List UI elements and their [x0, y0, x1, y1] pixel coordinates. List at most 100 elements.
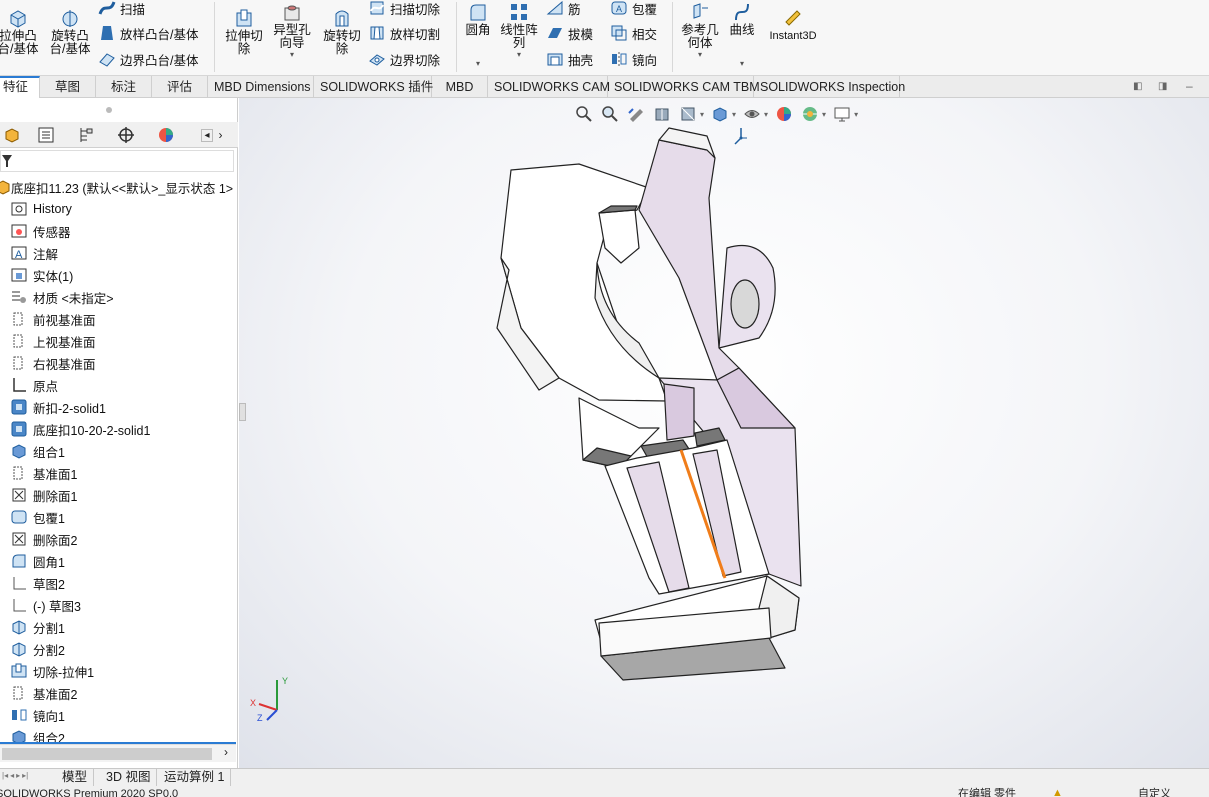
extruded-boss-button[interactable]: 拉伸凸 台/基体: [0, 8, 39, 56]
dimxpert-manager-tab[interactable]: [108, 124, 144, 146]
intersect-button[interactable]: 相交: [610, 22, 657, 44]
tab-sketch[interactable]: 草图: [40, 76, 96, 98]
sensor-icon: [11, 224, 27, 238]
tree-item[interactable]: History: [10, 198, 72, 220]
tree-item[interactable]: 草图2: [10, 572, 65, 594]
fillet-button[interactable]: 圆角 ▾: [460, 2, 496, 69]
scroll-left-icon[interactable]: ◂: [201, 128, 213, 142]
tree-item[interactable]: 分割2: [10, 638, 65, 660]
swept-cut-button[interactable]: 扫描切除: [368, 0, 440, 19]
tree-item[interactable]: 上视基准面: [10, 330, 96, 352]
filter-bar[interactable]: [0, 150, 234, 172]
tree-item[interactable]: 圆角1: [10, 550, 65, 572]
tree-item[interactable]: 底座扣10-20-2-solid1: [10, 418, 150, 440]
last-tab-icon[interactable]: ▸|: [22, 771, 28, 785]
tree-item[interactable]: 组合1: [10, 440, 65, 462]
tab-solidworks-inspection[interactable]: SOLIDWORKS Inspection: [754, 76, 905, 98]
panel-splitter-handle[interactable]: [106, 107, 112, 113]
tree-item[interactable]: 右视基准面: [10, 352, 96, 374]
tree-root-part[interactable]: 底座扣11.23 (默认<<默认>_显示状态 1>: [0, 176, 233, 198]
tree-item[interactable]: 切除-拉伸1: [10, 660, 94, 682]
curves-button[interactable]: 曲线 ▾: [726, 2, 758, 69]
part-model-render[interactable]: [239, 98, 1209, 768]
wrap-button[interactable]: A 包覆: [610, 0, 657, 19]
panel-active-indicator: [0, 742, 236, 744]
tree-item[interactable]: A 注解: [10, 242, 58, 264]
tree-item[interactable]: 包覆1: [10, 506, 65, 528]
tree-item[interactable]: 新扣-2-solid1: [10, 396, 106, 418]
revolved-cut-button[interactable]: 旋转切 除: [320, 8, 364, 56]
scroll-right-arrow-icon[interactable]: ›: [224, 745, 228, 759]
prev-tab-icon[interactable]: ◂: [10, 771, 14, 785]
mirror-button[interactable]: 镜向: [610, 48, 657, 70]
property-manager-tab[interactable]: [28, 124, 64, 146]
reference-geometry-button[interactable]: 参考几 何体 ▾: [678, 2, 722, 60]
pattern-dropdown-icon[interactable]: ▾: [517, 50, 521, 60]
tab-scroll-controls[interactable]: |◂ ◂ ▸ ▸|: [2, 771, 50, 785]
chevron-right-icon[interactable]: ›: [219, 128, 223, 142]
tree-item[interactable]: 删除面1: [10, 484, 77, 506]
tab-mbd[interactable]: MBD: [432, 76, 488, 98]
tile-right-icon[interactable]: ◨: [1158, 81, 1167, 92]
panel-scroll-arrows[interactable]: ◂ ›: [188, 124, 236, 146]
curves-dropdown-icon[interactable]: ▾: [740, 59, 744, 69]
tree-item[interactable]: 删除面2: [10, 528, 77, 550]
scrollbar-thumb[interactable]: [2, 748, 212, 760]
tab-solidworks-cam-tbm[interactable]: SOLIDWORKS CAM TBM: [608, 76, 760, 98]
units-custom-text[interactable]: 自定义: [1138, 787, 1171, 797]
tree-item[interactable]: 原点: [10, 374, 58, 396]
tab-mbd-dimensions[interactable]: MBD Dimensions: [208, 76, 314, 98]
boundary-cut-button[interactable]: 边界切除: [368, 48, 440, 70]
tab-evaluate[interactable]: 评估: [152, 76, 208, 98]
tree-horizontal-scrollbar[interactable]: ›: [0, 744, 236, 762]
edit-mode-text: 在编辑 零件: [958, 788, 1017, 797]
graphics-area[interactable]: ▾ ▾ ▾ ▾ ▾ Y X Z: [239, 98, 1209, 768]
draft-icon: [548, 28, 562, 38]
tree-item[interactable]: 镜向1: [10, 704, 65, 726]
display-manager-tab[interactable]: [148, 124, 184, 146]
tree-item[interactable]: 分割1: [10, 616, 65, 638]
next-tab-icon[interactable]: ▸: [16, 771, 20, 785]
tab-motion-study[interactable]: 运动算例 1: [158, 769, 232, 787]
tab-3d-views[interactable]: 3D 视图: [100, 769, 158, 787]
boundary-boss-button[interactable]: 边界凸台/基体: [98, 48, 198, 70]
tree-item[interactable]: 材质 <未指定>: [10, 286, 114, 308]
draft-button[interactable]: 拔模: [546, 22, 593, 44]
instant3d-button[interactable]: Instant3D: [766, 8, 820, 43]
swept-boss-button[interactable]: 扫描: [98, 0, 145, 19]
hole-wizard-dropdown-icon[interactable]: ▾: [290, 50, 294, 60]
tree-item[interactable]: 实体(1): [10, 264, 73, 286]
curves-icon: [735, 3, 749, 21]
cut-extrude-icon: [11, 663, 27, 678]
tab-model[interactable]: 模型: [56, 769, 95, 787]
sweep-cut-icon: [370, 1, 384, 15]
lofted-boss-button[interactable]: 放样凸台/基体: [98, 22, 198, 44]
tab-solidworks-addins[interactable]: SOLIDWORKS 插件: [314, 76, 433, 98]
revolved-boss-button[interactable]: 旋转凸 台/基体: [46, 8, 94, 56]
lofted-cut-button[interactable]: 放样切割: [368, 22, 440, 44]
shell-icon: [547, 53, 563, 66]
status-bar: SOLIDWORKS Premium 2020 SP0.0 在编辑 零件 ▲ 自…: [0, 786, 1209, 797]
reference-geometry-dropdown-icon[interactable]: ▾: [698, 50, 702, 60]
tile-left-icon[interactable]: ◧: [1133, 81, 1142, 92]
minimize-ribbon-icon[interactable]: –: [1186, 79, 1193, 93]
tab-markup[interactable]: 标注: [96, 76, 152, 98]
tree-item[interactable]: 传感器: [10, 220, 71, 242]
shell-button[interactable]: 抽壳: [546, 48, 593, 70]
tab-features[interactable]: 特征: [0, 76, 40, 98]
first-tab-icon[interactable]: |◂: [2, 771, 8, 785]
tree-item[interactable]: 基准面1: [10, 462, 77, 484]
configuration-manager-tab[interactable]: [68, 124, 104, 146]
tree-item[interactable]: (-) 草图3: [10, 594, 81, 616]
tree-item[interactable]: 前视基准面: [10, 308, 96, 330]
tab-solidworks-cam[interactable]: SOLIDWORKS CAM: [488, 76, 610, 98]
extruded-cut-button[interactable]: 拉伸切 除: [222, 8, 266, 56]
instant3d-icon: [785, 10, 801, 26]
warning-icon[interactable]: ▲: [1052, 786, 1063, 797]
linear-pattern-button[interactable]: 线性阵 列 ▾: [498, 2, 540, 60]
rib-button[interactable]: 筋: [546, 0, 581, 19]
feature-manager-tab[interactable]: [0, 124, 30, 146]
tree-item[interactable]: 基准面2: [10, 682, 77, 704]
fillet-dropdown-icon[interactable]: ▾: [476, 59, 480, 69]
hole-wizard-button[interactable]: 异型孔 向导 ▾: [270, 2, 314, 60]
